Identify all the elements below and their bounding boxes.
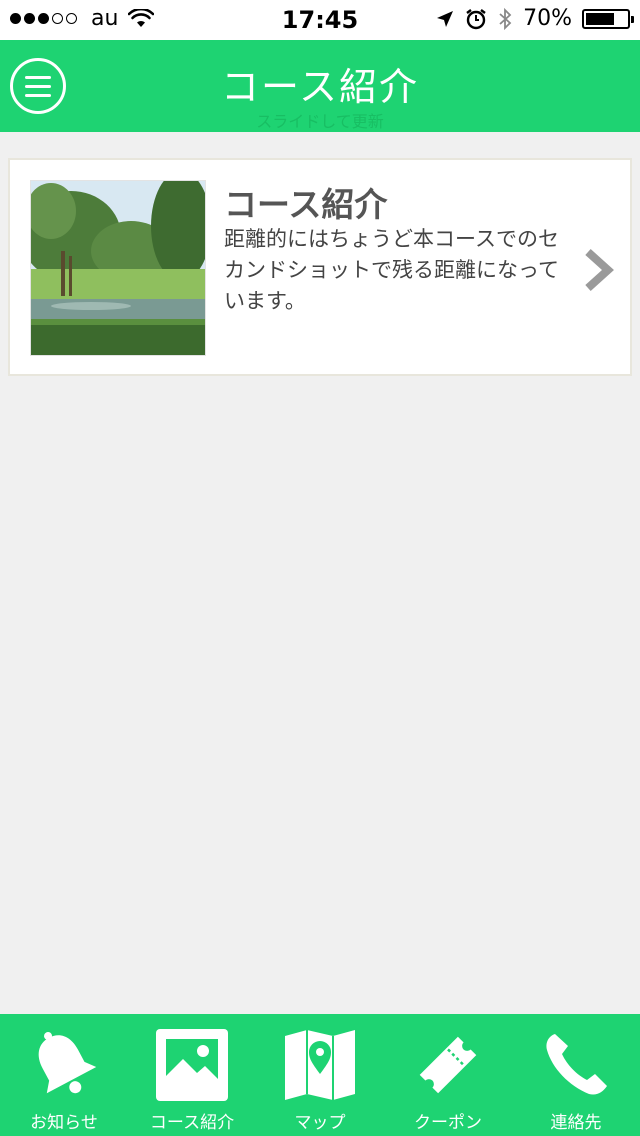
phone-icon [546,1034,607,1095]
list-item-title: コース紹介 [224,185,388,224]
pull-to-refresh-hint: スライドして更新 [256,112,384,131]
page-title: コース紹介 [220,65,420,109]
ticket-icon [419,1036,477,1094]
app-header: コース紹介 スライドして更新 [0,40,640,132]
bell-icon [38,1031,97,1094]
image-icon [156,1029,228,1101]
battery-percent: 70% [523,6,572,31]
list-item[interactable]: コース紹介 距離的にはちょうど本コースでのセカンドショットで残る距離になっていま… [8,158,632,376]
list-item-description: 距離的にはちょうど本コースでのセカンドショットで残る距離になっています。 [224,227,559,313]
bottom-tab-bar: お知らせ コース紹介 マップ クーポン 連絡先 [0,1014,640,1136]
tab-label: クーポン [414,1113,482,1133]
map-pin-icon [285,1030,355,1100]
tab-map[interactable]: マップ [256,1014,384,1136]
battery-fill [586,12,614,25]
bluetooth-icon [499,7,512,30]
status-bar: au 17:45 70% [0,0,640,40]
tab-news[interactable]: お知らせ [0,1014,128,1136]
golf-course-thumbnail [30,180,206,356]
app-screen: au 17:45 70% コース紹介 スライドして更新 コース紹介 距離的にはち… [0,0,640,1136]
tab-label: マップ [294,1113,346,1133]
tab-contact[interactable]: 連絡先 [512,1014,640,1136]
battery-icon [582,8,634,29]
alarm-clock-icon [466,8,486,29]
tab-label: 連絡先 [550,1113,602,1133]
tab-label: お知らせ [30,1113,98,1133]
tab-coupon[interactable]: クーポン [384,1014,512,1136]
chevron-right-icon[interactable] [582,248,614,292]
location-arrow-icon [437,10,454,27]
status-right: 70% [435,6,634,31]
tab-course[interactable]: コース紹介 [128,1014,256,1136]
tab-label: コース紹介 [149,1113,235,1133]
